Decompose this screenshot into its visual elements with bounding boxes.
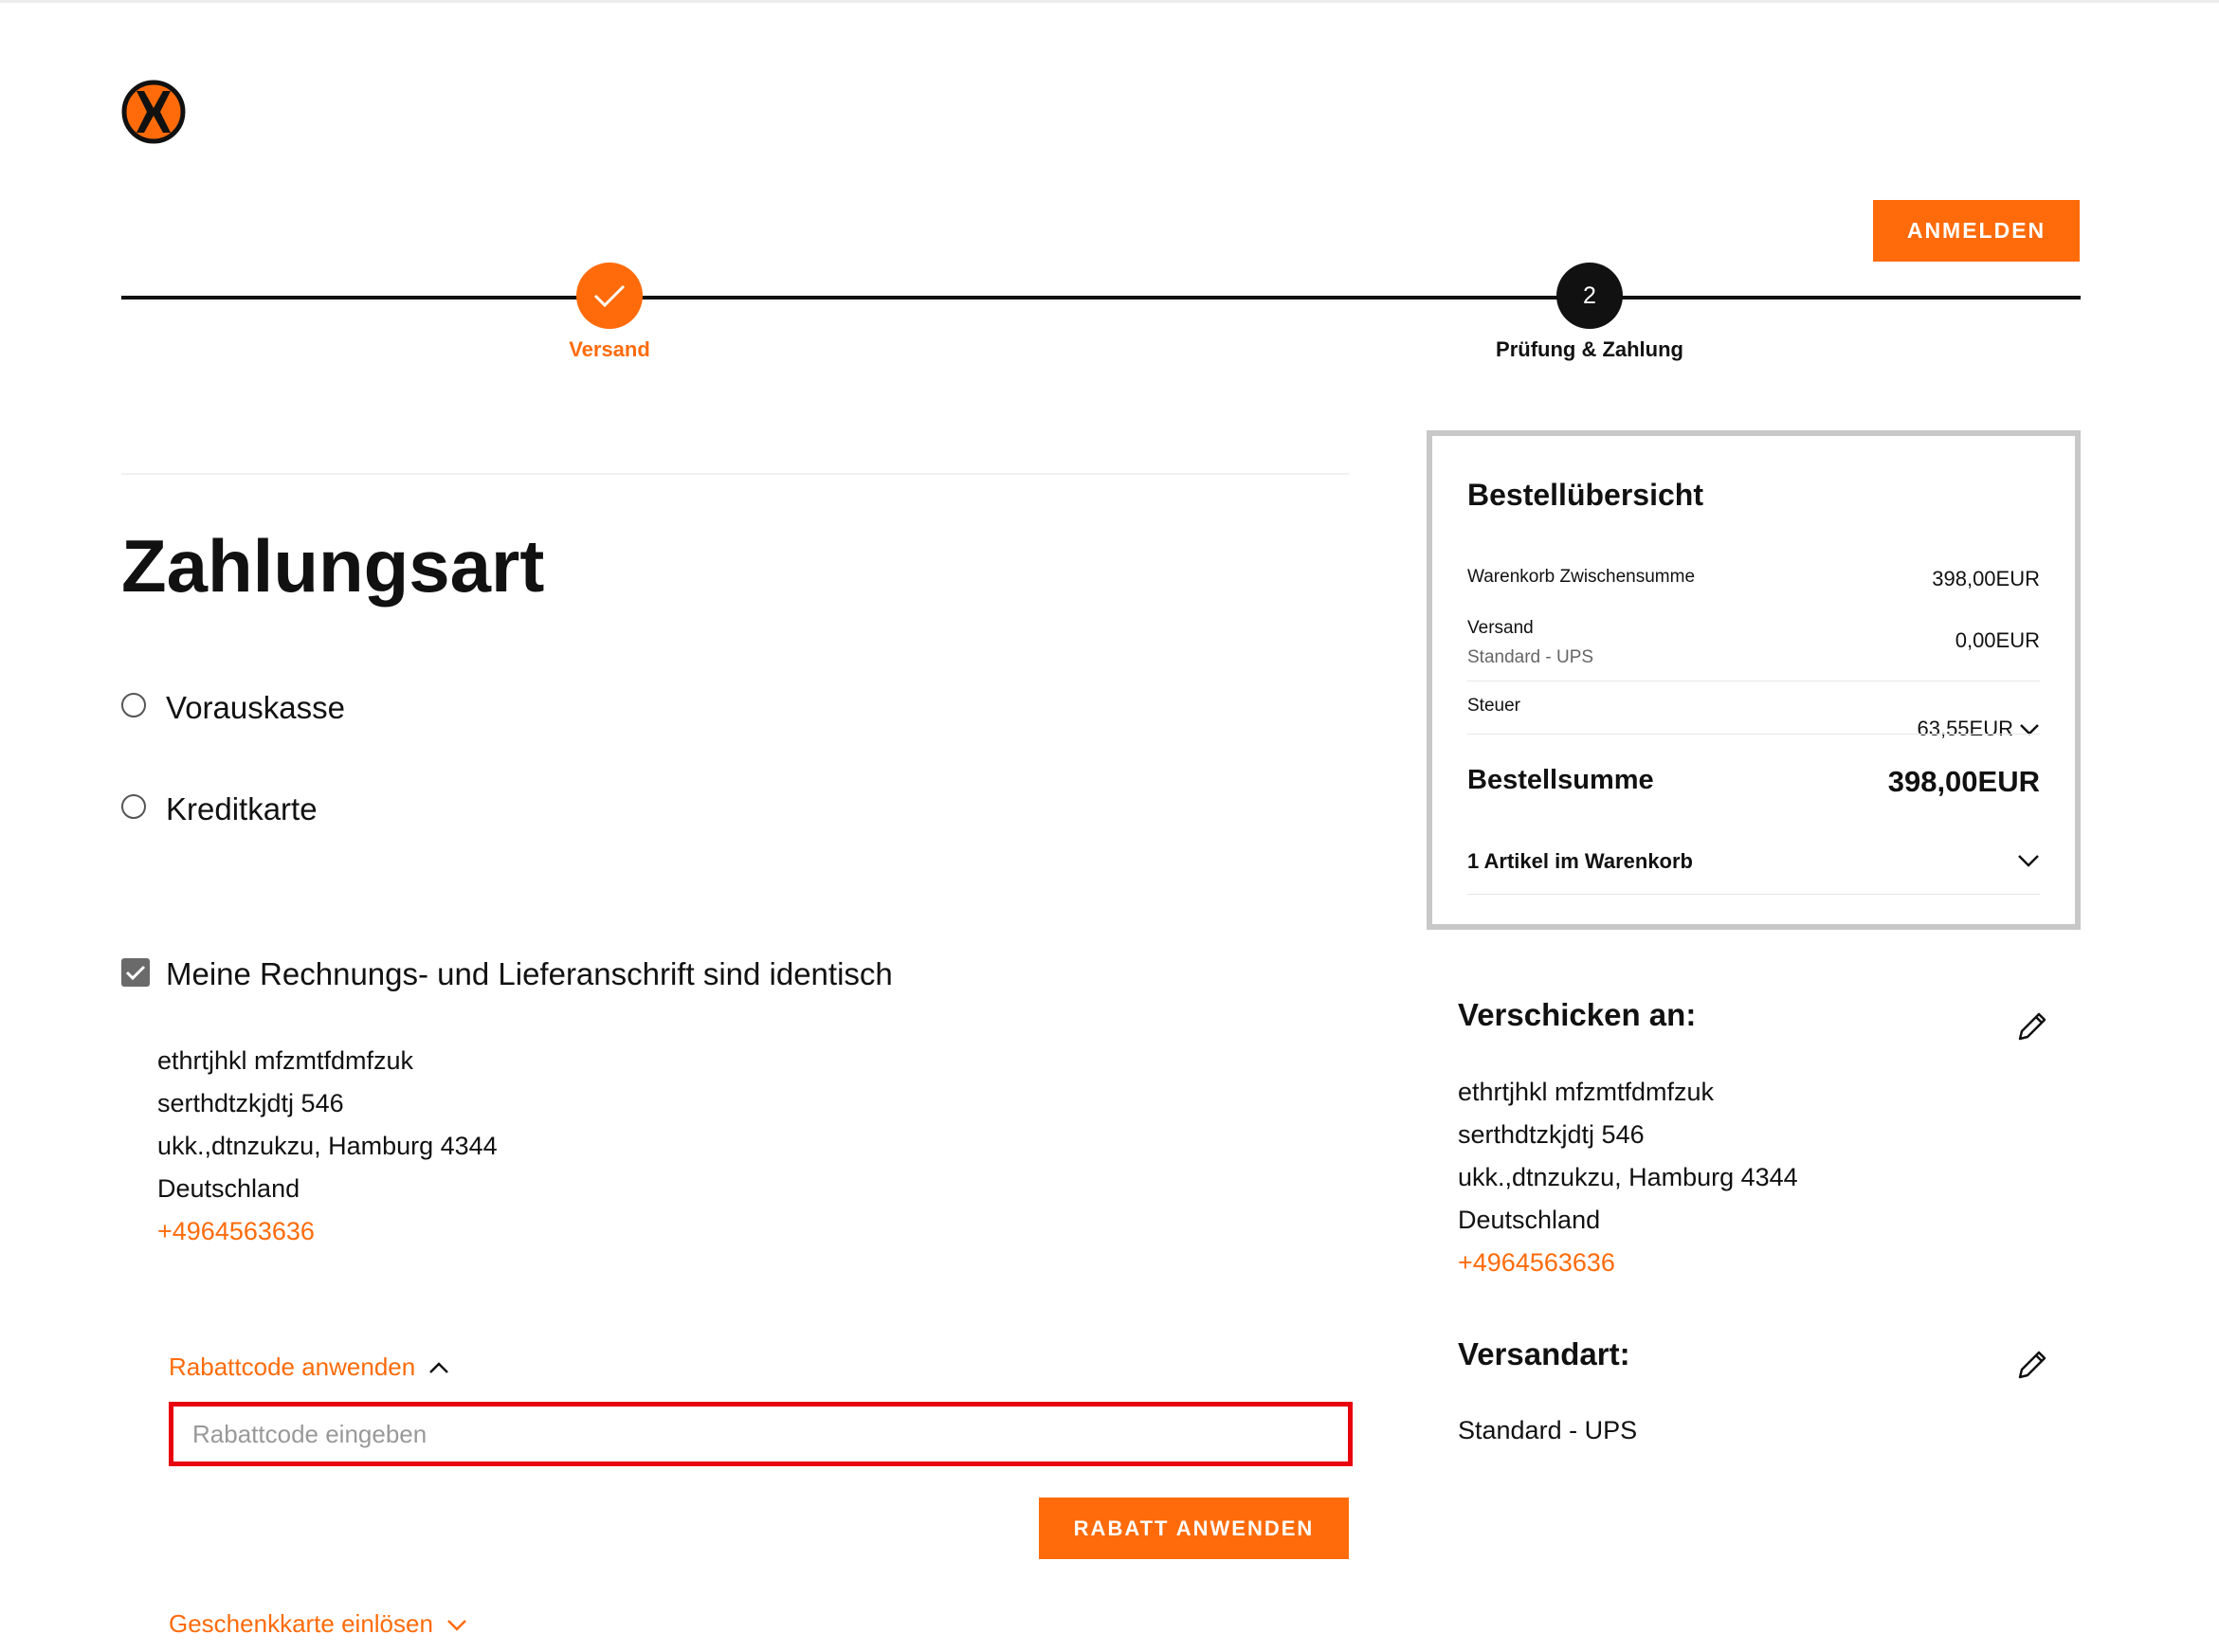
tax-toggle[interactable]: 63,55EUR	[1917, 717, 2040, 741]
cart-items-toggle[interactable]: 1 Artikel im Warenkorb	[1467, 849, 2040, 874]
giftcard-toggle[interactable]: Geschenkkarte einlösen	[169, 1609, 467, 1639]
shipping-row: Versand Standard - UPS 0,00EUR	[1467, 618, 2040, 668]
ship-to-phone[interactable]: +4964563636	[1458, 1242, 1798, 1284]
same-address-checkbox[interactable]	[121, 958, 150, 987]
ship-to-city: ukk.,dtnzukzu, Hamburg 4344	[1458, 1163, 1798, 1191]
billing-street: serthdtzkjdtj 546	[157, 1089, 344, 1117]
checkmark-icon	[125, 965, 146, 981]
discount-toggle[interactable]: Rabattcode anwenden	[169, 1352, 449, 1382]
shipping-method-value: Standard - UPS	[1458, 1416, 1638, 1444]
step-payment-label: Prüfung & Zahlung	[1496, 337, 1683, 361]
summary-separator	[1467, 894, 2040, 895]
ship-to-country: Deutschland	[1458, 1206, 1601, 1234]
brand-logo-icon[interactable]	[121, 80, 186, 144]
giftcard-toggle-label: Geschenkkarte einlösen	[169, 1609, 433, 1638]
ship-to-title: Verschicken an:	[1458, 997, 1697, 1032]
apply-discount-button[interactable]: RABATT ANWENDEN	[1039, 1498, 1349, 1559]
radio-kreditkarte[interactable]	[121, 794, 146, 819]
shipping-method-title: Versandart:	[1458, 1336, 1630, 1371]
total-row: Bestellsumme 398,00EUR	[1467, 765, 2040, 798]
summary-separator	[1467, 734, 2040, 735]
section-divider	[121, 473, 1349, 475]
order-summary: Bestellübersicht Warenkorb Zwischensumme…	[1427, 430, 2081, 930]
discount-toggle-label: Rabattcode anwenden	[169, 1352, 416, 1381]
edit-pencil-icon[interactable]	[2016, 1349, 2048, 1381]
chevron-down-icon	[2018, 855, 2039, 867]
step-payment-circle: 2	[1556, 263, 1623, 329]
billing-name: ethrtjhkl mfzmtfdmfzuk	[157, 1046, 414, 1075]
step-versand-circle	[576, 263, 643, 329]
shipping-value: 0,00EUR	[1955, 628, 2040, 652]
shipping-label: Versand	[1467, 618, 1534, 638]
signin-button[interactable]: ANMELDEN	[1873, 200, 2080, 262]
option-vorauskasse-label[interactable]: Vorauskasse	[166, 690, 345, 726]
tax-row[interactable]: Steuer 63,55EUR	[1467, 696, 2040, 740]
cart-items-label: 1 Artikel im Warenkorb	[1467, 849, 1693, 873]
total-label: Bestellsumme	[1467, 765, 1654, 795]
ship-to-name: ethrtjhkl mfzmtfdmfzuk	[1458, 1078, 1715, 1106]
progress-track	[121, 296, 2081, 300]
payment-title: Zahlungsart	[121, 524, 545, 608]
ship-to-address: ethrtjhkl mfzmtfdmfzuk serthdtzkjdtj 546…	[1458, 1071, 1798, 1284]
step-versand-label[interactable]: Versand	[467, 337, 752, 362]
subtotal-label: Warenkorb Zwischensumme	[1467, 567, 1696, 587]
subtotal-value: 398,00EUR	[1932, 567, 2040, 590]
billing-country: Deutschland	[157, 1174, 300, 1203]
edit-pencil-icon[interactable]	[2016, 1010, 2048, 1043]
top-border	[0, 0, 2219, 3]
chevron-down-icon	[447, 1619, 466, 1631]
same-address-label[interactable]: Meine Rechnungs- und Lieferanschrift sin…	[166, 956, 893, 992]
billing-phone[interactable]: +4964563636	[157, 1210, 498, 1253]
subtotal-row: Warenkorb Zwischensumme 398,00EUR	[1467, 567, 2040, 590]
discount-code-input[interactable]	[169, 1402, 1353, 1466]
shipping-method-label: Standard - UPS	[1467, 647, 1594, 667]
billing-city: ukk.,dtnzukzu, Hamburg 4344	[157, 1132, 498, 1160]
total-value: 398,00EUR	[1887, 765, 2040, 798]
tax-label: Steuer	[1467, 696, 1520, 716]
check-icon	[593, 284, 626, 308]
billing-address: ethrtjhkl mfzmtfdmfzuk serthdtzkjdtj 546…	[157, 1040, 498, 1253]
summary-title: Bestellübersicht	[1467, 478, 1703, 512]
ship-to-street: serthdtzkjdtj 546	[1458, 1120, 1645, 1149]
radio-vorauskasse[interactable]	[121, 693, 146, 717]
option-kreditkarte-label[interactable]: Kreditkarte	[166, 791, 318, 827]
tax-value: 63,55EUR	[1917, 717, 2013, 740]
chevron-up-icon	[429, 1361, 449, 1373]
